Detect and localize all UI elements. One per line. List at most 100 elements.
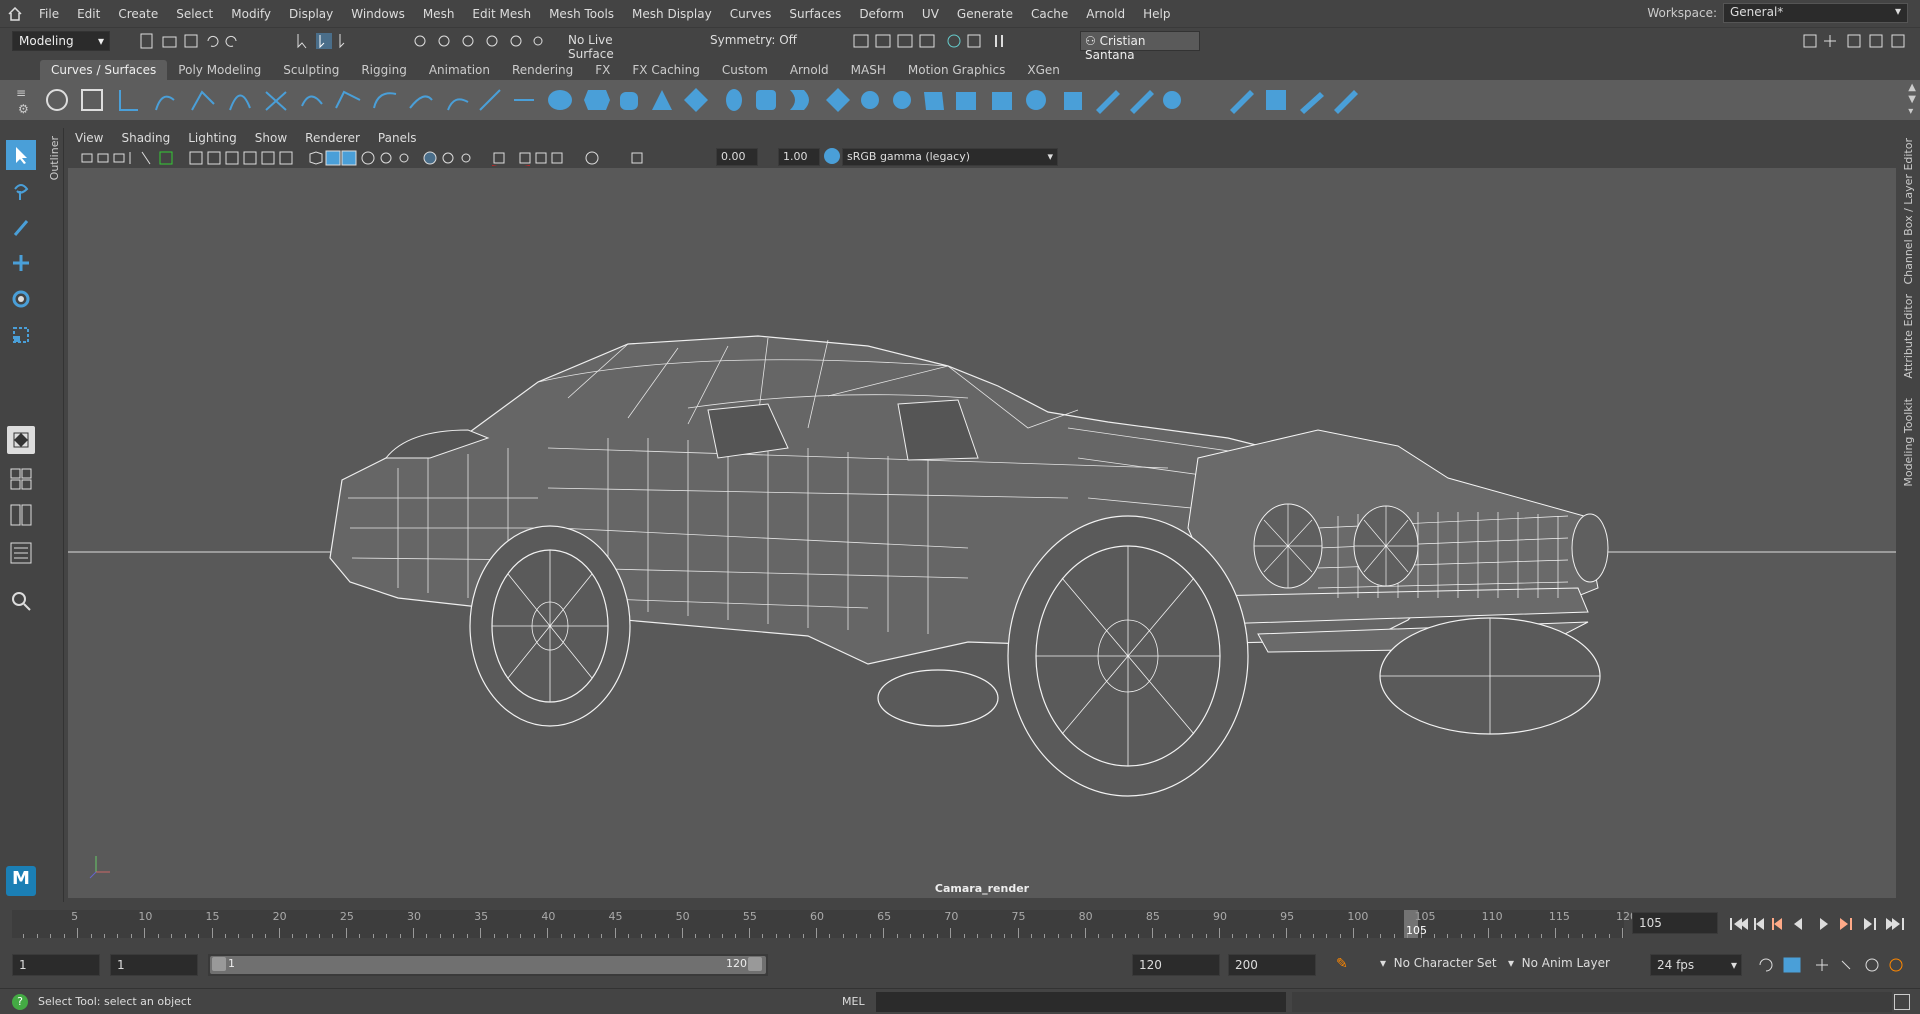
workspace-dropdown[interactable]: General* ▾ — [1723, 3, 1908, 23]
select-tool-button[interactable] — [6, 140, 36, 170]
shelf-tab-poly-modeling[interactable]: Poly Modeling — [167, 60, 272, 80]
playback-start-field[interactable]: 1 — [110, 954, 198, 976]
shelf-tab-rigging[interactable]: Rigging — [350, 60, 417, 80]
time-tick — [507, 934, 509, 938]
character-set-dropdown[interactable]: ▾ No Character Set — [1380, 956, 1497, 970]
symmetry-field[interactable]: Symmetry: Off — [704, 31, 804, 51]
shelf-tab-curves-surfaces[interactable]: Curves / Surfaces — [40, 60, 168, 80]
time-tick — [762, 934, 764, 938]
viewport-menu-show[interactable]: Show — [246, 131, 296, 145]
search-icon[interactable] — [6, 586, 36, 616]
menu-file[interactable]: File — [30, 7, 68, 21]
menu-edit-mesh[interactable]: Edit Mesh — [463, 7, 540, 21]
snap-icons[interactable] — [410, 31, 550, 51]
viewport-menu-view[interactable]: View — [66, 131, 112, 145]
shelf-tab-mash[interactable]: MASH — [840, 60, 897, 80]
render-icons[interactable] — [850, 31, 1030, 51]
menu-cache[interactable]: Cache — [1022, 7, 1077, 21]
viewport-menu-panels[interactable]: Panels — [369, 131, 426, 145]
menuset-dropdown[interactable]: Modeling ▾ — [12, 31, 110, 51]
layout-four-button[interactable] — [6, 464, 36, 494]
current-frame-field[interactable]: 105 — [1632, 912, 1718, 934]
time-tick — [305, 934, 307, 938]
modeling-toolkit-tab[interactable]: Modeling Toolkit — [1902, 398, 1915, 487]
colorspace-dropdown[interactable]: sRGB gamma (legacy) ▾ — [842, 148, 1058, 166]
time-tick — [789, 934, 791, 938]
menu-edit[interactable]: Edit — [68, 7, 109, 21]
command-input[interactable] — [876, 992, 1286, 1012]
range-tool-icons[interactable] — [1756, 955, 1916, 975]
menu-mesh[interactable]: Mesh — [414, 7, 464, 21]
shelf-tab-xgen[interactable]: XGen — [1016, 60, 1071, 80]
time-slider[interactable]: 5 10 15 20 25 30 35 40 45 50 55 60 65 70 75 80 85 90 95 100… — [0, 902, 1920, 942]
selection-mask-icons[interactable] — [294, 31, 364, 51]
menu-modify[interactable]: Modify — [222, 7, 280, 21]
menu-deform[interactable]: Deform — [850, 7, 913, 21]
viewport-3d[interactable]: Camara_render — [68, 168, 1896, 898]
viewport-menu-lighting[interactable]: Lighting — [179, 131, 246, 145]
shelf-tab-fx[interactable]: FX — [584, 60, 621, 80]
menu-uv[interactable]: UV — [913, 7, 948, 21]
menu-select[interactable]: Select — [167, 7, 222, 21]
paint-select-button[interactable] — [6, 212, 36, 242]
car-wireframe[interactable] — [68, 168, 1896, 898]
exposure-field[interactable]: 0.00 — [716, 148, 758, 166]
shelf-tab-custom[interactable]: Custom — [711, 60, 779, 80]
menu-arnold[interactable]: Arnold — [1077, 7, 1134, 21]
shelf-tab-sculpting[interactable]: Sculpting — [272, 60, 350, 80]
menu-create[interactable]: Create — [109, 7, 167, 21]
scale-tool-button[interactable] — [6, 320, 36, 350]
scene-end-field[interactable]: 200 — [1228, 954, 1316, 976]
range-end-grip[interactable] — [748, 957, 762, 971]
shelf-tab-rendering[interactable]: Rendering — [501, 60, 584, 80]
gamma-field[interactable]: 1.00 — [778, 148, 820, 166]
channel-box-tab[interactable]: Channel Box / Layer Editor — [1902, 138, 1915, 285]
range-slider[interactable]: 1 120 — [208, 954, 768, 976]
menu-mesh-tools[interactable]: Mesh Tools — [540, 7, 623, 21]
user-account[interactable]: ⚇ Cristian Santana — [1080, 31, 1200, 62]
outliner-layout-button[interactable] — [6, 538, 36, 568]
auto-key-icon[interactable]: ✎ — [1336, 956, 1352, 974]
viewport-menu-renderer[interactable]: Renderer — [296, 131, 369, 145]
menu-curves[interactable]: Curves — [721, 7, 781, 21]
home-icon[interactable] — [0, 0, 30, 27]
shelf-tab-animation[interactable]: Animation — [418, 60, 501, 80]
fps-dropdown[interactable]: 24 fps ▾ — [1650, 954, 1742, 976]
gear-icon[interactable]: ⚙ — [18, 102, 29, 116]
shelf-tab-motion-graphics[interactable]: Motion Graphics — [897, 60, 1017, 80]
lasso-tool-button[interactable] — [6, 176, 36, 206]
menu-windows[interactable]: Windows — [342, 7, 414, 21]
viewport-menu-shading[interactable]: Shading — [112, 131, 179, 145]
rotate-tool-button[interactable] — [6, 284, 36, 314]
viewport-tool-icons[interactable] — [80, 150, 700, 166]
shelf-tab-fx-caching[interactable]: FX Caching — [621, 60, 710, 80]
menu-surfaces[interactable]: Surfaces — [780, 7, 850, 21]
scene-start-field[interactable]: 1 — [12, 954, 100, 976]
time-tick — [23, 934, 25, 938]
live-surface-field[interactable]: No Live Surface — [562, 31, 662, 61]
script-language-label[interactable]: MEL — [842, 995, 865, 1008]
range-slider-handle[interactable] — [210, 956, 766, 974]
range-start-grip[interactable] — [212, 957, 226, 971]
file-icons[interactable] — [138, 31, 248, 51]
color-management-icon[interactable] — [824, 148, 840, 164]
layout-single-button[interactable] — [7, 426, 35, 454]
menu-help[interactable]: Help — [1134, 7, 1179, 21]
playback-controls[interactable] — [1728, 914, 1916, 934]
time-tick — [1501, 934, 1503, 938]
playback-end-field[interactable]: 120 — [1132, 954, 1220, 976]
menu-mesh-display[interactable]: Mesh Display — [623, 7, 721, 21]
attribute-editor-tab[interactable]: Attribute Editor — [1902, 294, 1915, 379]
shelf-menu-icon[interactable]: ≡ — [16, 86, 26, 100]
script-editor-icon[interactable] — [1894, 994, 1910, 1010]
outliner-tab[interactable]: Outliner — [44, 128, 64, 908]
move-tool-button[interactable] — [6, 248, 36, 278]
menu-generate[interactable]: Generate — [948, 7, 1022, 21]
shelf-scroll-icons[interactable]: ▲ ▼ ▾ — [1908, 82, 1916, 118]
shelf-tool-icons[interactable] — [44, 86, 1384, 116]
panel-toggle-icons[interactable] — [1800, 31, 1915, 51]
layout-two-button[interactable] — [6, 500, 36, 530]
menu-display[interactable]: Display — [280, 7, 342, 21]
shelf-tab-arnold[interactable]: Arnold — [779, 60, 840, 80]
anim-layer-dropdown[interactable]: ▾ No Anim Layer — [1508, 956, 1610, 970]
